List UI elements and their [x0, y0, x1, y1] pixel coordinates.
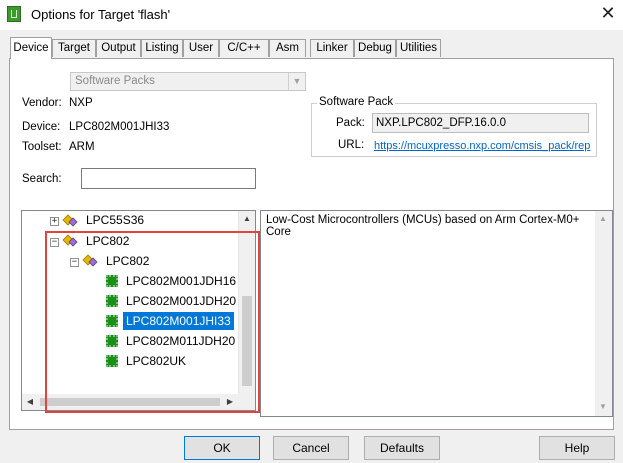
url-link[interactable]: https://mcuxpresso.nxp.com/cmsis_pack/re…	[374, 140, 590, 152]
scroll-up-icon[interactable]: ▲	[595, 211, 611, 227]
scroll-left-icon[interactable]: ◀	[22, 394, 38, 410]
cancel-button[interactable]: Cancel	[273, 436, 349, 460]
search-input[interactable]	[81, 168, 256, 189]
vendor-value: NXP	[69, 97, 93, 109]
device-label: Device:	[22, 121, 61, 133]
device-family-icon	[62, 214, 78, 227]
help-button[interactable]: Help	[539, 436, 615, 460]
tab-device[interactable]: Device	[10, 37, 52, 59]
software-packs-combo[interactable]: Software Packs ▼	[70, 72, 306, 91]
keil-app-icon	[7, 6, 21, 22]
expand-icon[interactable]: +	[50, 217, 59, 226]
scroll-up-icon[interactable]: ▲	[239, 211, 255, 227]
toolset-label: Toolset:	[22, 141, 62, 153]
tab-asm[interactable]: Asm	[269, 39, 306, 57]
description-text: Low-Cost Microcontrollers (MCUs) based o…	[266, 214, 580, 238]
description-scrollbar[interactable]: ▲ ▼	[595, 211, 612, 416]
software-packs-combo-value: Software Packs	[75, 75, 155, 87]
tab-linker[interactable]: Linker	[310, 39, 354, 57]
tab-output[interactable]: Output	[96, 39, 141, 57]
url-label: URL:	[338, 139, 365, 151]
search-label: Search:	[22, 173, 62, 185]
ok-button[interactable]: OK	[184, 436, 260, 460]
tab-user[interactable]: User	[183, 39, 219, 57]
chevron-down-icon: ▼	[288, 73, 305, 90]
pack-label: Pack:	[336, 117, 365, 129]
close-icon[interactable]: ✕	[596, 3, 620, 25]
tab-target[interactable]: Target	[52, 39, 96, 57]
tab-c-cpp[interactable]: C/C++	[219, 39, 269, 57]
tab-utilities[interactable]: Utilities	[396, 39, 441, 57]
scroll-down-icon[interactable]: ▼	[595, 399, 611, 415]
tab-listing[interactable]: Listing	[141, 39, 183, 57]
device-description: Low-Cost Microcontrollers (MCUs) based o…	[260, 210, 613, 417]
device-value: LPC802M001JHI33	[69, 121, 170, 133]
defaults-button[interactable]: Defaults	[364, 436, 440, 460]
software-pack-group-title: Software Pack	[317, 96, 396, 108]
window-title: Options for Target 'flash'	[31, 7, 171, 22]
pack-field: NXP.LPC802_DFP.16.0.0	[372, 113, 589, 133]
toolset-value: ARM	[69, 141, 95, 153]
tab-debug[interactable]: Debug	[354, 39, 396, 57]
tree-item-lpc55s36[interactable]: LPC55S36	[86, 211, 144, 229]
annotation-highlight-box	[45, 231, 260, 413]
vendor-label: Vendor:	[22, 97, 62, 109]
